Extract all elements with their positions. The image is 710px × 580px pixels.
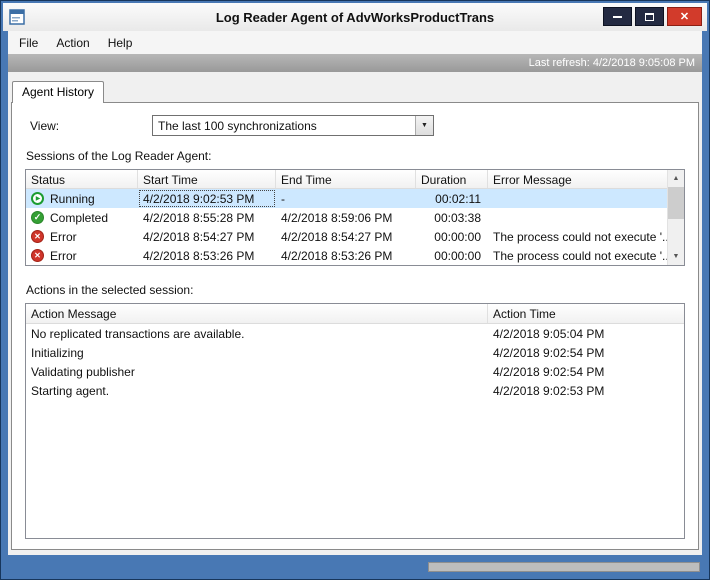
maximize-icon	[645, 12, 654, 21]
app-icon[interactable]	[9, 9, 25, 25]
start-time-cell: 4/2/2018 9:02:53 PM	[138, 189, 276, 208]
tab-agent-history[interactable]: Agent History	[12, 81, 105, 103]
running-status-icon: ▶	[31, 192, 44, 205]
session-row[interactable]: ▶ Running 4/2/2018 9:02:53 PM - 00:02:11	[26, 189, 667, 208]
status-label: Error	[50, 229, 77, 244]
column-header-action-time[interactable]: Action Time	[488, 304, 684, 323]
status-label: Completed	[50, 210, 109, 225]
maximize-button[interactable]	[635, 7, 664, 26]
action-row[interactable]: Starting agent. 4/2/2018 9:02:53 PM	[26, 381, 684, 400]
last-refresh-text: Last refresh: 4/2/2018 9:05:08 PM	[528, 57, 695, 69]
view-select[interactable]: The last 100 synchronizations ▼	[152, 115, 434, 136]
column-header-end-time[interactable]: End Time	[276, 170, 416, 188]
error-message-cell	[488, 189, 667, 208]
scroll-up-icon[interactable]: ▲	[668, 170, 684, 187]
status-cell: ✕ Error	[26, 227, 138, 246]
sessions-label: Sessions of the Log Reader Agent:	[26, 149, 212, 163]
sessions-scrollbar[interactable]: ▲ ▼	[667, 170, 684, 265]
scrollbar-track[interactable]	[668, 219, 684, 248]
title-bar[interactable]: Log Reader Agent of AdvWorksProductTrans…	[3, 3, 707, 31]
actions-label: Actions in the selected session:	[26, 283, 194, 297]
view-label: View:	[30, 118, 60, 133]
last-refresh-bar: Last refresh: 4/2/2018 9:05:08 PM	[8, 54, 702, 72]
error-status-icon: ✕	[31, 249, 44, 262]
error-message-cell	[488, 208, 667, 227]
session-row[interactable]: ✕ Error 4/2/2018 8:53:26 PM 4/2/2018 8:53:2…	[26, 246, 667, 265]
end-time-cell: 4/2/2018 8:59:06 PM	[281, 210, 393, 225]
duration-cell: 00:02:11	[435, 191, 481, 206]
actions-table: Action Message Action Time No replicated…	[25, 303, 685, 539]
resize-grip[interactable]	[428, 562, 700, 572]
error-message-cell: The process could not execute '...	[493, 248, 667, 263]
start-time-cell: 4/2/2018 8:55:28 PM	[143, 210, 255, 225]
close-button[interactable]: ✕	[667, 7, 702, 26]
end-time-cell: 4/2/2018 8:54:27 PM	[281, 229, 393, 244]
status-label: Error	[50, 248, 77, 263]
column-header-duration[interactable]: Duration	[416, 170, 488, 188]
error-message-cell: The process could not execute '...	[493, 229, 667, 244]
error-status-icon: ✕	[31, 230, 44, 243]
end-time-cell: -	[281, 191, 285, 206]
action-row[interactable]: No replicated transactions are available…	[26, 324, 684, 343]
window-title: Log Reader Agent of AdvWorksProductTrans	[215, 9, 495, 25]
duration-cell: 00:03:38	[434, 210, 481, 225]
action-row[interactable]: Validating publisher 4/2/2018 9:02:54 PM	[26, 362, 684, 381]
action-time-cell: 4/2/2018 9:05:04 PM	[493, 326, 605, 341]
action-message-cell: Initializing	[31, 345, 84, 360]
sessions-table: Status Start Time End Time Duration Erro…	[25, 169, 685, 266]
duration-cell: 00:00:00	[434, 229, 481, 244]
session-row[interactable]: ✕ Error 4/2/2018 8:54:27 PM 4/2/2018 8:54:2…	[26, 227, 667, 246]
action-message-cell: No replicated transactions are available…	[31, 326, 245, 341]
action-time-cell: 4/2/2018 9:02:54 PM	[493, 364, 605, 379]
scroll-down-icon[interactable]: ▼	[668, 248, 684, 265]
menu-file[interactable]: File	[10, 33, 47, 53]
menu-action[interactable]: Action	[47, 33, 98, 53]
action-message-cell: Starting agent.	[31, 383, 110, 398]
actions-table-header: Action Message Action Time	[26, 304, 684, 324]
tab-strip: Agent History	[8, 72, 702, 103]
window-body: File Action Help Last refresh: 4/2/2018 …	[8, 31, 702, 555]
bottom-frame	[1, 555, 709, 579]
status-cell: ✕ Error	[26, 246, 138, 265]
chevron-down-icon[interactable]: ▼	[415, 116, 433, 135]
sessions-rows: ▶ Running 4/2/2018 9:02:53 PM - 00:02:11 ✓ Com…	[26, 189, 667, 265]
duration-cell: 00:00:00	[434, 248, 481, 263]
action-row[interactable]: Initializing 4/2/2018 9:02:54 PM	[26, 343, 684, 362]
end-time-cell: 4/2/2018 8:53:26 PM	[281, 248, 393, 263]
sessions-table-header: Status Start Time End Time Duration Erro…	[26, 170, 667, 189]
column-header-status[interactable]: Status	[26, 170, 138, 188]
column-header-start-time[interactable]: Start Time	[138, 170, 276, 188]
menu-help[interactable]: Help	[99, 33, 142, 53]
log-reader-agent-window: Log Reader Agent of AdvWorksProductTrans…	[0, 0, 710, 580]
actions-rows: No replicated transactions are available…	[26, 324, 684, 400]
column-header-action-message[interactable]: Action Message	[26, 304, 488, 323]
view-row: View: The last 100 synchronizations ▼	[30, 115, 685, 136]
action-time-cell: 4/2/2018 9:02:54 PM	[493, 345, 605, 360]
status-cell: ▶ Running	[26, 189, 138, 208]
view-select-value: The last 100 synchronizations	[158, 118, 317, 133]
status-label: Running	[50, 191, 95, 206]
action-time-cell: 4/2/2018 9:02:53 PM	[493, 383, 605, 398]
completed-status-icon: ✓	[31, 211, 44, 224]
agent-history-panel: View: The last 100 synchronizations ▼ Se…	[11, 102, 699, 550]
start-time-cell: 4/2/2018 8:54:27 PM	[143, 229, 255, 244]
minimize-button[interactable]	[603, 7, 632, 26]
menu-bar: File Action Help	[8, 31, 702, 54]
status-cell: ✓ Completed	[26, 208, 138, 227]
action-message-cell: Validating publisher	[31, 364, 135, 379]
minimize-icon	[613, 15, 622, 18]
start-time-cell: 4/2/2018 8:53:26 PM	[143, 248, 255, 263]
scrollbar-thumb[interactable]	[668, 187, 684, 219]
session-row[interactable]: ✓ Completed 4/2/2018 8:55:28 PM 4/2/2018 8:…	[26, 208, 667, 227]
close-icon: ✕	[679, 11, 690, 23]
column-header-error-message[interactable]: Error Message	[488, 170, 667, 188]
